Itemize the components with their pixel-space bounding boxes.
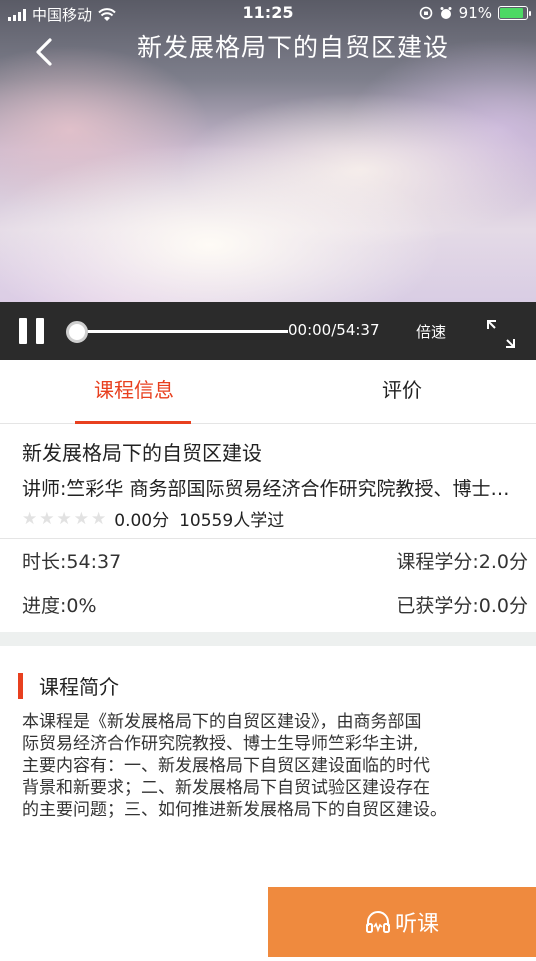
star-icon: ★ <box>73 508 89 529</box>
tab-bar: 课程信息 评价 <box>0 360 536 424</box>
intro-line: 背景和新要求；二、新发展格局下自贸试验区建设存在 <box>22 778 430 798</box>
star-icon: ★ <box>91 508 107 529</box>
rating-row: ★ ★ ★ ★ ★ 0.00分 10559人学过 <box>22 506 285 532</box>
section-separator <box>0 632 536 646</box>
listen-button[interactable]: 听课 <box>268 887 536 957</box>
intro-line: 际贸易经济合作研究院教授、博士生导师竺彩华主讲, <box>22 734 419 754</box>
intro-line: 本课程是《新发展格局下的自贸区建设》，由商务部国 <box>22 712 422 732</box>
orientation-lock-icon <box>419 6 432 20</box>
tab-reviews[interactable]: 评价 <box>312 360 492 423</box>
intro-line: 的主要问题；三、如何推进新发展格局下的自贸区建设。 <box>22 800 447 820</box>
back-arrow-icon[interactable] <box>28 34 62 70</box>
tab-active-indicator <box>75 421 191 424</box>
pause-icon[interactable] <box>19 318 49 344</box>
headphones-icon <box>365 911 390 933</box>
heading-accent-bar <box>18 672 23 699</box>
duration-credit-row: 时长:54:37 课程学分:2.0分 <box>22 547 528 574</box>
fullscreen-icon[interactable] <box>484 317 518 351</box>
progress-track[interactable] <box>76 330 288 333</box>
time-display: 00:00/54:37 <box>288 321 380 339</box>
page-title: 新发展格局下的自贸区建设 <box>136 33 449 62</box>
status-right: 91% <box>419 4 531 22</box>
lecturer-info: 讲师:竺彩华 商务部国际贸易经济合作研究院教授、博士生导师 <box>22 478 522 500</box>
intro-line: 主要内容有：一、新发展格局下自贸区建设面临的时代 <box>22 756 430 776</box>
progress-label: 进度:0% <box>22 595 97 617</box>
course-title: 新发展格局下的自贸区建设 <box>22 441 262 465</box>
star-icon: ★ <box>39 508 55 529</box>
learner-count: 10559人学过 <box>179 511 285 531</box>
listen-label: 听课 <box>394 912 439 937</box>
tab-course-info[interactable]: 课程信息 <box>44 360 224 423</box>
star-icon: ★ <box>56 508 72 529</box>
star-icon: ★ <box>22 508 38 529</box>
player-controls: 00:00/54:37 倍速 <box>0 302 536 360</box>
duration-label: 时长:54:37 <box>22 551 122 573</box>
divider <box>0 538 536 539</box>
status-bar: 中国移动 11:25 91% <box>0 0 536 28</box>
battery-percent: 91% <box>458 4 492 22</box>
alarm-icon <box>440 7 452 19</box>
rating-score: 0.00分 <box>114 511 170 531</box>
speed-button[interactable]: 倍速 <box>416 321 446 342</box>
video-player[interactable]: 中国移动 11:25 91% 新发展格局下的自贸区建设 00:00/54:37 … <box>0 0 536 360</box>
course-credit-label: 课程学分:2.0分 <box>396 551 528 573</box>
progress-earned-row: 进度:0% 已获学分:0.0分 <box>22 591 528 618</box>
earned-credit-label: 已获学分:0.0分 <box>396 595 528 617</box>
progress-knob[interactable] <box>66 321 88 343</box>
top-bar: 新发展格局下的自贸区建设 <box>0 28 536 78</box>
intro-title: 课程简介 <box>39 675 119 699</box>
intro-text: 本课程是《新发展格局下的自贸区建设》，由商务部国 际贸易经济合作研究院教授、博士… <box>22 711 532 821</box>
battery-icon <box>498 6 531 20</box>
intro-heading: 课程简介 <box>18 671 119 700</box>
star-rating: ★ ★ ★ ★ ★ <box>22 509 106 529</box>
